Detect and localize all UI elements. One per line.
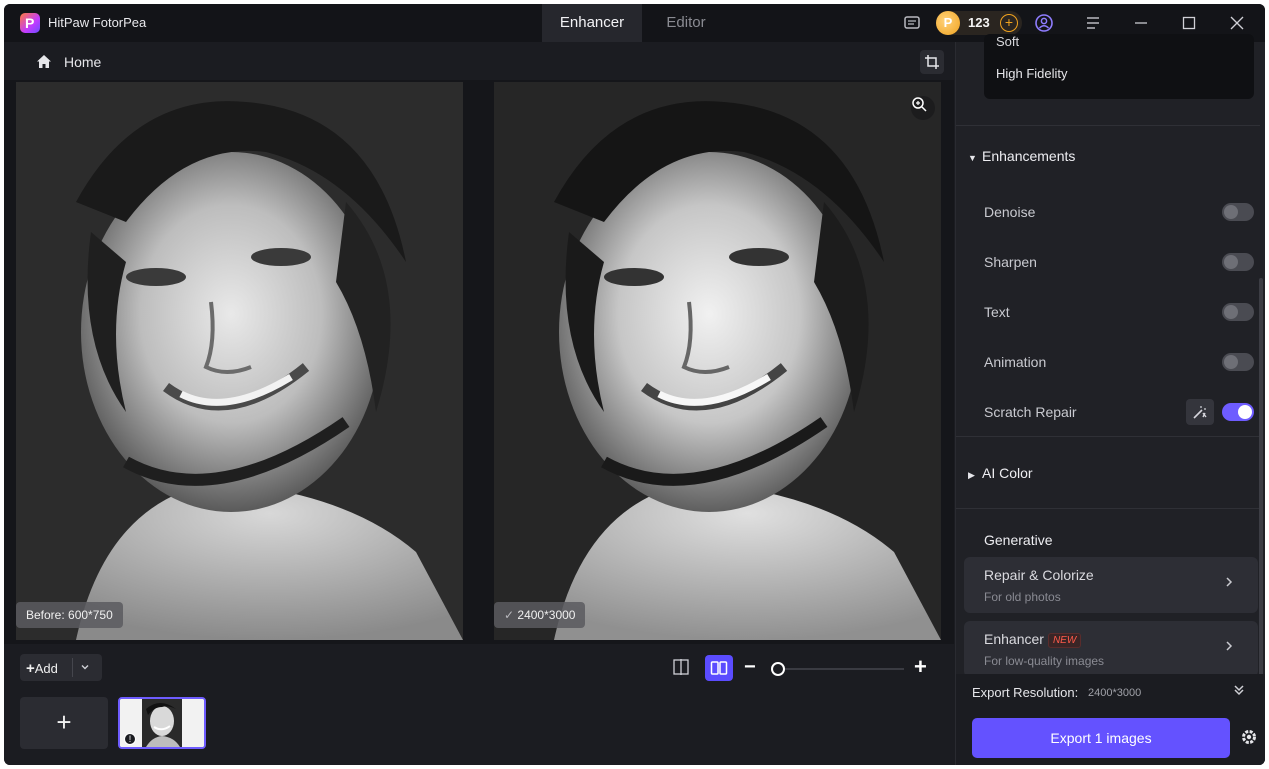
denoise-toggle[interactable] — [1222, 203, 1254, 221]
ai-color-header[interactable]: ▶ AI Color — [968, 465, 1033, 481]
export-button[interactable]: Export 1 images — [972, 718, 1230, 758]
credits-count: 123 — [968, 15, 990, 30]
zoom-slider-handle[interactable] — [771, 662, 785, 676]
image-thumbnail[interactable]: ! — [118, 697, 206, 749]
tab-editor[interactable]: Editor — [642, 4, 730, 42]
bottom-toolbar: +Add − + + ! — [4, 644, 954, 765]
generative-enhancer-card[interactable]: Enhancer NEW For low-quality images — [964, 621, 1258, 677]
mode-option-soft[interactable]: Soft — [996, 34, 1019, 49]
home-link[interactable]: Home — [64, 54, 101, 70]
home-icon[interactable] — [36, 54, 52, 72]
new-badge: NEW — [1047, 633, 1082, 648]
scratch-repair-toggle[interactable] — [1222, 403, 1254, 421]
zoom-slider[interactable] — [778, 668, 904, 670]
check-icon: ✓ — [504, 608, 515, 622]
close-icon[interactable] — [1227, 13, 1247, 33]
double-chevron-down-icon[interactable] — [1232, 683, 1246, 700]
after-resolution-badge: ✓ 2400*3000 — [494, 602, 586, 628]
generative-title: Generative — [984, 532, 1053, 548]
info-icon[interactable]: ! — [124, 733, 136, 745]
caret-down-icon: ▼ — [968, 153, 977, 163]
crop-icon — [925, 55, 939, 69]
enhancements-header[interactable]: ▼ Enhancements — [968, 148, 1075, 164]
option-sharpen: Sharpen — [984, 251, 1254, 273]
zoom-out-button[interactable]: − — [744, 656, 756, 679]
tab-enhancer[interactable]: Enhancer — [542, 4, 642, 42]
sharpen-toggle[interactable] — [1222, 253, 1254, 271]
crop-button[interactable] — [920, 50, 944, 74]
add-label: Add — [34, 661, 58, 676]
maximize-icon[interactable] — [1179, 13, 1199, 33]
plus-icon: + — [26, 660, 35, 677]
export-resolution-label: Export Resolution: — [972, 685, 1079, 700]
before-image: Before: 600*750 — [16, 82, 463, 640]
chevron-right-icon — [1224, 639, 1234, 655]
split-view-icon[interactable] — [705, 655, 733, 681]
zoom-in-button[interactable]: + — [914, 654, 927, 680]
after-resolution-label: 2400*3000 — [517, 608, 576, 622]
app-logo: P — [20, 13, 40, 33]
breadcrumb: Home — [4, 42, 954, 80]
credits-badge[interactable]: P 123 + — [936, 11, 1022, 35]
single-view-icon[interactable] — [672, 658, 690, 679]
export-resolution-value: 2400*3000 — [1088, 687, 1142, 699]
magic-brush-icon[interactable] — [1186, 399, 1214, 425]
animation-toggle[interactable] — [1222, 353, 1254, 371]
preview-canvas: Before: 600*750 ✓ 2400*3000 — [4, 80, 954, 644]
chevron-right-icon — [1224, 575, 1234, 591]
mode-option-high-fidelity[interactable]: High Fidelity — [996, 66, 1068, 81]
app-window: P HitPaw FotorPea Enhancer Editor P 123 … — [4, 4, 1265, 765]
text-toggle[interactable] — [1222, 303, 1254, 321]
chevron-down-icon[interactable] — [80, 660, 90, 675]
before-resolution-badge: Before: 600*750 — [16, 602, 123, 628]
add-image-button[interactable]: + — [20, 697, 108, 749]
zoom-in-icon[interactable] — [911, 96, 935, 120]
menu-icon[interactable] — [1083, 13, 1103, 33]
repair-colorize-card[interactable]: Repair & Colorize For old photos — [964, 557, 1258, 613]
add-button[interactable]: +Add — [20, 654, 102, 681]
settings-panel: Soft High Fidelity ▼ Enhancements Denoise… — [955, 34, 1265, 765]
option-animation: Animation — [984, 351, 1254, 373]
app-title: HitPaw FotorPea — [48, 15, 147, 30]
option-denoise: Denoise — [984, 201, 1254, 223]
minimize-icon[interactable] — [1131, 13, 1151, 33]
account-icon[interactable] — [1034, 13, 1054, 33]
option-text: Text — [984, 301, 1254, 323]
coin-icon: P — [936, 11, 960, 35]
option-scratch-repair: Scratch Repair — [984, 399, 1254, 425]
model-mode-list: Soft High Fidelity — [984, 34, 1254, 99]
export-bar: Export Resolution: 2400*3000 Export 1 im… — [956, 674, 1265, 765]
gear-icon[interactable] — [1240, 728, 1258, 749]
panel-scrollbar[interactable] — [1259, 278, 1263, 678]
add-credits-button[interactable]: + — [1000, 14, 1018, 32]
caret-right-icon: ▶ — [968, 470, 975, 480]
after-image: ✓ 2400*3000 — [494, 82, 941, 640]
feedback-icon[interactable] — [902, 13, 922, 33]
